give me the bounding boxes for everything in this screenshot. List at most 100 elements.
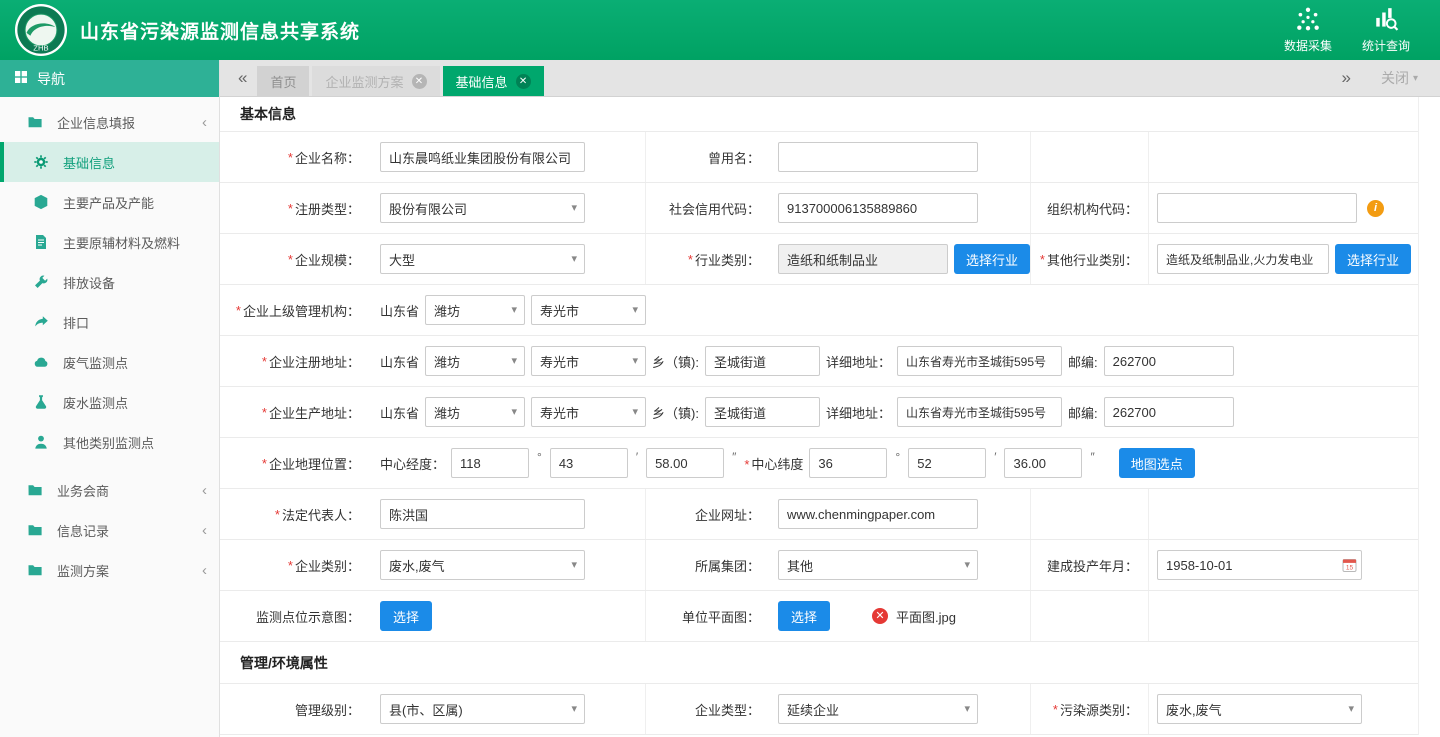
ent-type-select[interactable]: 延续企业 [778,694,978,724]
select-other-industry-button[interactable]: 选择行业 [1335,244,1411,274]
tab-basic-info[interactable]: 基础信息 ✕ [443,66,544,96]
chevron-left-icon: ‹ [202,483,207,498]
sidebar-item-label: 信息记录 [57,521,109,540]
lat-min-input[interactable] [908,448,986,478]
zip-label: 邮编: [1068,403,1098,422]
close-tabs-dropdown[interactable]: 关闭 ▾ [1381,68,1418,88]
geo-location-label: *企业地理位置： [220,438,370,488]
tab-label: 首页 [270,72,296,91]
former-name-label: 曾用名： [645,132,770,182]
industry-label: *行业类别： [645,234,770,284]
delete-file-icon[interactable]: ✕ [872,608,888,624]
org-code-input[interactable] [1157,193,1357,223]
tab-enterprise-monitoring-plan[interactable]: 企业监测方案 ✕ [312,66,439,96]
sidebar-item-enterprise-info[interactable]: 企业信息填报 ‹ [0,102,219,142]
plan-map-select-button[interactable]: 选择 [778,601,830,631]
reg-addr-county-select[interactable]: 寿光市 [531,346,646,376]
company-name-input[interactable] [380,142,585,172]
scale-label: *企业规模： [220,234,370,284]
sidebar-divider [0,462,219,470]
company-name-label: *企业名称： [220,132,370,182]
section-header-management: 管理/环境属性 [220,642,1418,684]
sidebar-item-basic-info[interactable]: 基础信息 [0,142,219,182]
credit-code-label: 社会信用代码： [645,183,770,233]
action-label: 数据采集 [1284,37,1332,54]
sidebar-item-label: 企业信息填报 [57,113,135,132]
ent-type-label: 企业类型： [645,684,770,734]
folder-icon [26,482,44,498]
register-type-select[interactable]: 股份有限公司 [380,193,585,223]
production-address-label: *企业生产地址： [220,387,370,437]
row-production-address: *企业生产地址： 山东省 潍坊 寿光市 乡（镇): 详细地址： 邮编: [220,387,1418,438]
sidebar-item-label: 主要原辅材料及燃料 [63,233,180,252]
data-collect-button[interactable]: 数据采集 [1284,6,1332,54]
parent-org-city-select[interactable]: 潍坊 [425,295,525,325]
app-logo-icon: ZHB [14,3,70,59]
sidebar-item-info-records[interactable]: 信息记录 ‹ [0,510,219,550]
other-industry-input [1157,244,1329,274]
pollution-type-label: *污染源类别： [1030,684,1148,734]
sidebar-item-outfall[interactable]: 排口 [0,302,219,342]
prod-addr-zip-input[interactable] [1104,397,1234,427]
parent-org-county-select[interactable]: 寿光市 [531,295,646,325]
monitor-map-label: 监测点位示意图： [220,591,370,641]
reg-addr-zip-input[interactable] [1104,346,1234,376]
category-select[interactable]: 废水,废气 [380,550,585,580]
group-select[interactable]: 其他 [778,550,978,580]
scroll-tabs-left-button[interactable]: « [228,68,257,88]
sidebar-item-materials[interactable]: 主要原辅材料及燃料 [0,222,219,262]
prod-addr-city-select[interactable]: 潍坊 [425,397,525,427]
lat-deg-input[interactable] [809,448,887,478]
reg-addr-detail-input[interactable] [897,346,1062,376]
row-scale-industry: *企业规模： 大型 *行业类别： 选择行业 *其他行业类别： 选择行业 [220,234,1418,285]
gear-icon [32,154,50,170]
website-input[interactable] [778,499,978,529]
prod-addr-town-input[interactable] [705,397,820,427]
monitor-map-select-button[interactable]: 选择 [380,601,432,631]
scale-select[interactable]: 大型 [380,244,585,274]
chevron-down-icon: ▾ [1413,73,1418,84]
sidebar-item-water-monitoring[interactable]: 废水监测点 [0,382,219,422]
longitude-label: 中心经度： [380,454,445,473]
lng-deg-input[interactable] [451,448,529,478]
lng-min-input[interactable] [550,448,628,478]
mgmt-level-select[interactable]: 县(市、区属) [380,694,585,724]
minute-unit: ′ [636,450,638,464]
lat-sec-input[interactable] [1004,448,1082,478]
credit-code-input[interactable] [778,193,978,223]
map-pick-button[interactable]: 地图选点 [1119,448,1195,478]
sidebar-item-gas-monitoring[interactable]: 废气监测点 [0,342,219,382]
minute-unit: ′ [994,450,996,464]
chevron-left-icon: ‹ [202,115,207,130]
sidebar-item-business-consultation[interactable]: 业务会商 ‹ [0,470,219,510]
industry-input [778,244,948,274]
former-name-input[interactable] [778,142,978,172]
legal-rep-input[interactable] [380,499,585,529]
sidebar-item-label: 监测方案 [57,561,109,580]
sidebar-item-label: 废水监测点 [63,393,128,412]
lng-sec-input[interactable] [646,448,724,478]
row-register-type: *注册类型： 股份有限公司 社会信用代码： 组织机构代码： i [220,183,1418,234]
scroll-tabs-right-button[interactable]: » [1332,68,1361,88]
reg-addr-city-select[interactable]: 潍坊 [425,346,525,376]
prod-addr-detail-input[interactable] [897,397,1062,427]
stats-query-icon [1373,6,1399,35]
stats-query-button[interactable]: 统计查询 [1362,6,1410,54]
info-icon[interactable]: i [1367,200,1384,217]
sidebar-item-emission-equipment[interactable]: 排放设备 [0,262,219,302]
reg-addr-town-input[interactable] [705,346,820,376]
select-industry-button[interactable]: 选择行业 [954,244,1030,274]
built-date-input[interactable] [1157,550,1362,580]
sidebar-item-other-monitoring[interactable]: 其他类别监测点 [0,422,219,462]
sidebar-item-products[interactable]: 主要产品及产能 [0,182,219,222]
detail-address-label: 详细地址： [826,352,891,371]
prod-addr-county-select[interactable]: 寿光市 [531,397,646,427]
calendar-icon[interactable]: 15 [1342,558,1357,573]
pollution-type-select[interactable]: 废水,废气 [1157,694,1362,724]
content-area: « 首页 企业监测方案 ✕ 基础信息 ✕ » 关闭 ▾ 基本信息 [220,60,1440,737]
tab-close-icon[interactable]: ✕ [412,74,427,89]
sidebar-header: 导航 [0,60,219,97]
sidebar-item-monitoring-plan[interactable]: 监测方案 ‹ [0,550,219,590]
tab-close-icon[interactable]: ✕ [516,74,531,89]
tab-home[interactable]: 首页 [257,66,309,96]
